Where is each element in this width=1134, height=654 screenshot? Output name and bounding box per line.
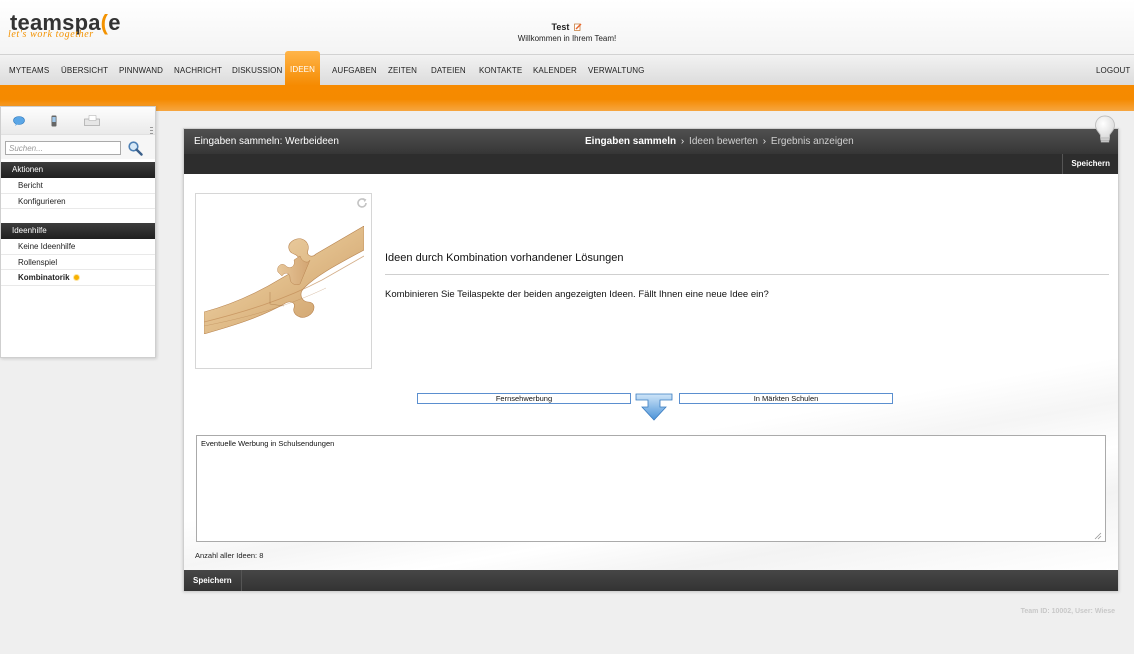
panel-toolbar: [184, 154, 1118, 174]
search-icon[interactable]: [127, 140, 143, 156]
sidebar-item-bericht[interactable]: Bericht: [1, 178, 155, 194]
logout-link[interactable]: LOGOUT: [1096, 55, 1130, 86]
idea-method-description: Kombinieren Sie Teilaspekte der beiden a…: [385, 289, 769, 300]
mobile-phone-icon[interactable]: [51, 115, 57, 130]
greeting: Test Willkommen in Ihrem Team!: [0, 21, 1134, 43]
sidebar-item-konfigurieren[interactable]: Konfigurieren: [1, 194, 155, 209]
panel-header: Eingaben sammeln: Werbeideen Eingaben sa…: [184, 129, 1118, 154]
nav-dateien[interactable]: DATEIEN: [431, 55, 466, 86]
sidebar-search: [1, 135, 155, 159]
active-indicator-icon: [73, 275, 79, 280]
nav-kalender[interactable]: KALENDER: [533, 55, 577, 86]
puzzle-pieces-image: [204, 226, 364, 334]
chat-bubble-icon[interactable]: [13, 116, 25, 129]
greeting-user: Test: [551, 22, 570, 32]
ideas-count: Anzahl aller Ideen: 8: [195, 551, 264, 560]
panel-title: Eingaben sammeln: Werbeideen: [194, 136, 339, 147]
nav-uebersicht[interactable]: ÜBERSICHT: [61, 55, 108, 86]
search-input[interactable]: [5, 141, 121, 155]
resize-grip-icon[interactable]: [1094, 532, 1102, 540]
lightbulb-icon: [1095, 115, 1115, 143]
nav-diskussion[interactable]: DISKUSSION: [232, 55, 282, 86]
save-button-bottom[interactable]: Speichern: [184, 570, 242, 591]
step-chevron-icon: ›: [762, 136, 767, 147]
sidebar-section-aktionen: Aktionen: [1, 162, 155, 178]
divider: [385, 274, 1109, 275]
edit-profile-icon[interactable]: [574, 22, 582, 31]
sidebar-item-label: Kombinatorik: [18, 273, 70, 282]
new-idea-textarea[interactable]: Eventuelle Werbung in Schulsendungen: [196, 435, 1106, 542]
combo-idea-right[interactable]: In Märkten Schulen: [679, 393, 893, 404]
sidebar-section-ideenhilfe: Ideenhilfe: [1, 223, 155, 239]
orange-band: [0, 85, 1134, 111]
combo-idea-left[interactable]: Fernsehwerbung: [417, 393, 631, 404]
sidebar-toolbar: [1, 107, 155, 135]
nav-verwaltung[interactable]: VERWALTUNG: [588, 55, 644, 86]
header: teamspa(e let's work together Test Willk…: [0, 0, 1134, 54]
nav-kontakte[interactable]: KONTAKTE: [479, 55, 522, 86]
idea-method-title: Ideen durch Kombination vorhandener Lösu…: [385, 252, 624, 264]
refresh-icon[interactable]: [356, 197, 368, 209]
nav-myteams[interactable]: MYTEAMS: [9, 55, 49, 86]
main-nav: MYTEAMS ÜBERSICHT PINNWAND NACHRICHT DIS…: [0, 51, 1134, 86]
step-current: Eingaben sammeln: [585, 136, 677, 147]
nav-zeiten[interactable]: ZEITEN: [388, 55, 417, 86]
sidebar-item-kombinatorik[interactable]: Kombinatorik: [1, 270, 155, 286]
step-chevron-icon: ›: [680, 136, 685, 147]
save-button-top[interactable]: Speichern: [1062, 154, 1118, 174]
sidebar-item-rollenspiel[interactable]: Rollenspiel: [1, 255, 155, 270]
nav-ideen[interactable]: IDEEN: [285, 51, 320, 86]
idea-image-frame: [195, 193, 372, 369]
panel-footer: Speichern: [184, 570, 1118, 591]
nav-aufgaben[interactable]: AUFGABEN: [332, 55, 377, 86]
inbox-tray-icon[interactable]: [84, 115, 100, 129]
ideas-panel: Eingaben sammeln: Werbeideen Eingaben sa…: [183, 128, 1119, 591]
combine-arrow-icon: [635, 393, 673, 421]
workflow-steps: Eingaben sammeln › Ideen bewerten › Erge…: [585, 136, 854, 147]
sidebar-item-keine-ideenhilfe[interactable]: Keine Ideenhilfe: [1, 239, 155, 255]
greeting-message: Willkommen in Ihrem Team!: [517, 34, 617, 43]
step-ergebnis[interactable]: Ergebnis anzeigen: [771, 136, 854, 147]
panel-body: Ideen durch Kombination vorhandener Lösu…: [184, 174, 1118, 570]
nav-nachricht[interactable]: NACHRICHT: [174, 55, 222, 86]
footer-info: Team ID: 10002, User: Wiese: [1020, 608, 1115, 615]
sidebar: Aktionen Bericht Konfigurieren Ideenhilf…: [0, 106, 156, 358]
nav-pinnwand[interactable]: PINNWAND: [119, 55, 163, 86]
step-bewerten[interactable]: Ideen bewerten: [689, 136, 758, 147]
